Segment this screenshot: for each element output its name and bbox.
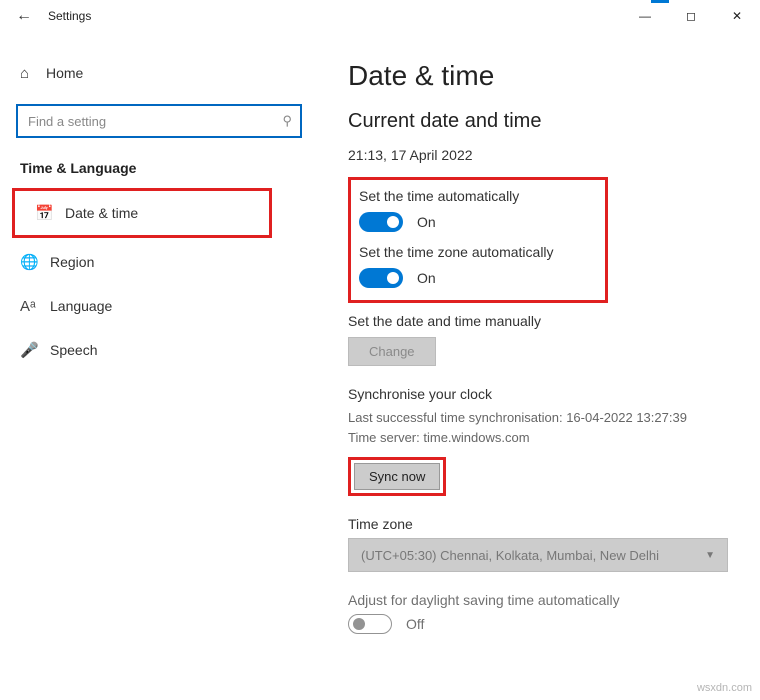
sidebar: ⌂ Home ⚲ Time & Language 📅 Date & time 🌐… (0, 32, 318, 700)
sidebar-item-label: Language (50, 298, 112, 314)
content-pane: Date & time Current date and time 21:13,… (318, 32, 760, 700)
maximize-button[interactable]: ◻ (668, 0, 714, 32)
home-nav[interactable]: ⌂ Home (0, 52, 318, 94)
page-title: Date & time (348, 60, 732, 92)
microphone-icon: 🎤 (20, 341, 50, 359)
sidebar-item-language[interactable]: Aᵃ Language (0, 284, 318, 328)
sync-title: Synchronise your clock (348, 386, 732, 402)
manual-label: Set the date and time manually (348, 313, 732, 329)
dst-state: Off (406, 616, 424, 632)
clock-icon: 📅 (35, 204, 65, 222)
auto-time-state: On (417, 214, 436, 230)
close-button[interactable]: ✕ (714, 0, 760, 32)
sidebar-item-speech[interactable]: 🎤 Speech (0, 328, 318, 372)
auto-tz-label: Set the time zone automatically (359, 244, 595, 260)
section-header: Time & Language (0, 152, 318, 188)
search-icon: ⚲ (282, 113, 292, 129)
language-icon: Aᵃ (20, 298, 50, 315)
window-title: Settings (48, 9, 91, 23)
auto-time-toggle[interactable] (359, 212, 403, 232)
home-label: Home (46, 65, 83, 81)
sidebar-item-region[interactable]: 🌐 Region (0, 240, 318, 284)
back-button[interactable]: ← (12, 7, 36, 25)
auto-time-label: Set the time automatically (359, 188, 595, 204)
tz-title: Time zone (348, 516, 732, 532)
titlebar: ← Settings ― ◻ ✕ (0, 0, 760, 32)
sync-now-button[interactable]: Sync now (354, 463, 440, 490)
globe-icon: 🌐 (20, 253, 50, 271)
timezone-select: (UTC+05:30) Chennai, Kolkata, Mumbai, Ne… (348, 538, 728, 572)
accent-indicator (651, 0, 669, 3)
home-icon: ⌂ (20, 65, 46, 82)
current-datetime: 21:13, 17 April 2022 (348, 147, 732, 163)
timezone-value: (UTC+05:30) Chennai, Kolkata, Mumbai, Ne… (361, 548, 659, 563)
sidebar-item-date-time[interactable]: 📅 Date & time (15, 191, 269, 235)
current-title: Current date and time (348, 110, 732, 133)
watermark: wsxdn.com (697, 682, 752, 694)
search-input[interactable] (16, 104, 302, 138)
dst-label: Adjust for daylight saving time automati… (348, 592, 732, 608)
sidebar-item-label: Date & time (65, 205, 138, 221)
sidebar-item-label: Speech (50, 342, 97, 358)
chevron-down-icon: ▼ (705, 550, 715, 561)
change-button: Change (348, 337, 436, 366)
auto-tz-toggle[interactable] (359, 268, 403, 288)
sidebar-item-label: Region (50, 254, 94, 270)
auto-tz-state: On (417, 270, 436, 286)
minimize-button[interactable]: ― (622, 0, 668, 32)
sync-server-text: Time server: time.windows.com (348, 428, 732, 448)
dst-toggle (348, 614, 392, 634)
sync-last-text: Last successful time synchronisation: 16… (348, 408, 732, 428)
